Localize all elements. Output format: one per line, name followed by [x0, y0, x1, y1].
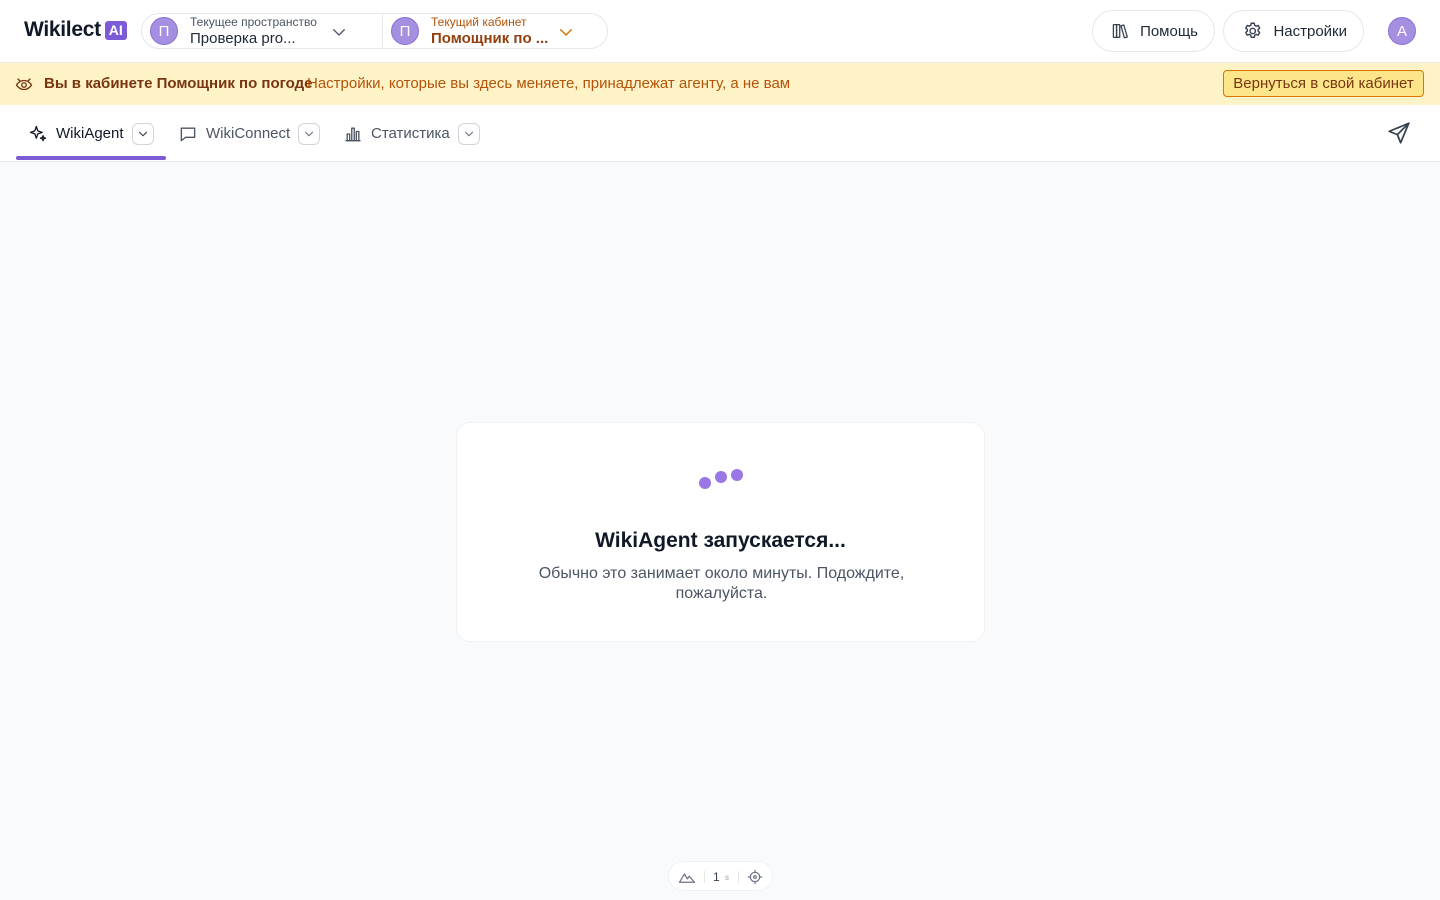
chevron-down-icon	[138, 131, 147, 136]
banner-text: Настройки, которые вы здесь меняете, при…	[307, 75, 791, 92]
send-icon[interactable]	[1386, 120, 1412, 146]
tab-dropdown-button[interactable]	[131, 122, 154, 145]
loading-title: WikiAgent запускается...	[595, 529, 846, 552]
gear-icon	[1245, 22, 1261, 39]
cabinet-caption: Текущий кабинет	[431, 15, 527, 29]
workspace-selector[interactable]: П Текущее пространство Проверка pro...	[142, 14, 383, 48]
loading-dot	[715, 471, 727, 483]
tab-bar: WikiAgent WikiConnect Статистика	[0, 105, 1440, 162]
workspace-caption: Текущее пространство	[190, 15, 317, 29]
help-label: Помощь	[1140, 22, 1198, 40]
chevron-down-icon	[333, 29, 345, 36]
cabinet-selector[interactable]: П Текущий кабинет Помощник по ...	[383, 14, 607, 48]
return-to-cabinet-button[interactable]: Вернуться в свой кабинет	[1223, 70, 1424, 97]
banner-title: Вы в кабинете Помощник по погоде	[44, 75, 313, 92]
status-pill: 1 s	[668, 861, 773, 891]
crosshair-icon[interactable]	[747, 869, 763, 885]
mountain-icon[interactable]	[678, 869, 696, 885]
cabinet-avatar: П	[391, 17, 419, 45]
cabinet-value: Помощник по ...	[431, 30, 549, 47]
loading-dot	[731, 469, 743, 481]
bar-chart-icon	[345, 126, 361, 141]
tab-label: WikiConnect	[206, 125, 291, 142]
chevron-down-icon	[305, 131, 314, 136]
tab-label: Статистика	[371, 125, 450, 142]
loading-subtitle: Обычно это занимает около минуты. Подожд…	[538, 565, 905, 602]
status-unit: s	[725, 873, 729, 882]
tab-wikiconnect[interactable]: WikiConnect	[178, 105, 321, 162]
top-header: Wikilect AI П Текущее пространство Прове…	[0, 0, 1440, 63]
tab-label: WikiAgent	[56, 125, 124, 142]
books-icon	[1112, 24, 1128, 39]
loading-card: WikiAgent запускается... Обычно это зани…	[456, 422, 985, 642]
loading-dot	[699, 477, 711, 489]
impersonation-banner: Вы в кабинете Помощник по погоде Настрой…	[0, 63, 1440, 105]
chevron-down-icon	[560, 29, 572, 36]
status-count: 1	[713, 870, 720, 884]
workspace-avatar: П	[150, 17, 178, 45]
tab-statistics[interactable]: Статистика	[343, 105, 480, 162]
user-avatar[interactable]: А	[1388, 17, 1416, 45]
settings-label: Настройки	[1273, 22, 1347, 40]
divider	[738, 871, 739, 883]
tab-dropdown-button[interactable]	[457, 122, 480, 145]
help-button[interactable]: Помощь	[1092, 10, 1215, 52]
workspace-value: Проверка pro...	[190, 30, 296, 47]
logo-badge: AI	[104, 20, 127, 40]
active-tab-indicator	[16, 156, 166, 160]
tab-wikiagent[interactable]: WikiAgent	[28, 105, 154, 162]
sparkle-icon	[29, 125, 47, 141]
chat-bubble-icon	[180, 127, 196, 141]
logo-text: Wikilect	[24, 18, 101, 41]
settings-button[interactable]: Настройки	[1223, 10, 1364, 52]
context-switcher: П Текущее пространство Проверка pro... П…	[141, 13, 608, 49]
eye-icon	[15, 78, 33, 91]
chevron-down-icon	[464, 131, 473, 136]
divider	[704, 871, 705, 883]
loading-dots-icon	[699, 467, 747, 491]
tab-dropdown-button[interactable]	[298, 122, 321, 145]
app-logo[interactable]: Wikilect AI	[24, 18, 127, 42]
